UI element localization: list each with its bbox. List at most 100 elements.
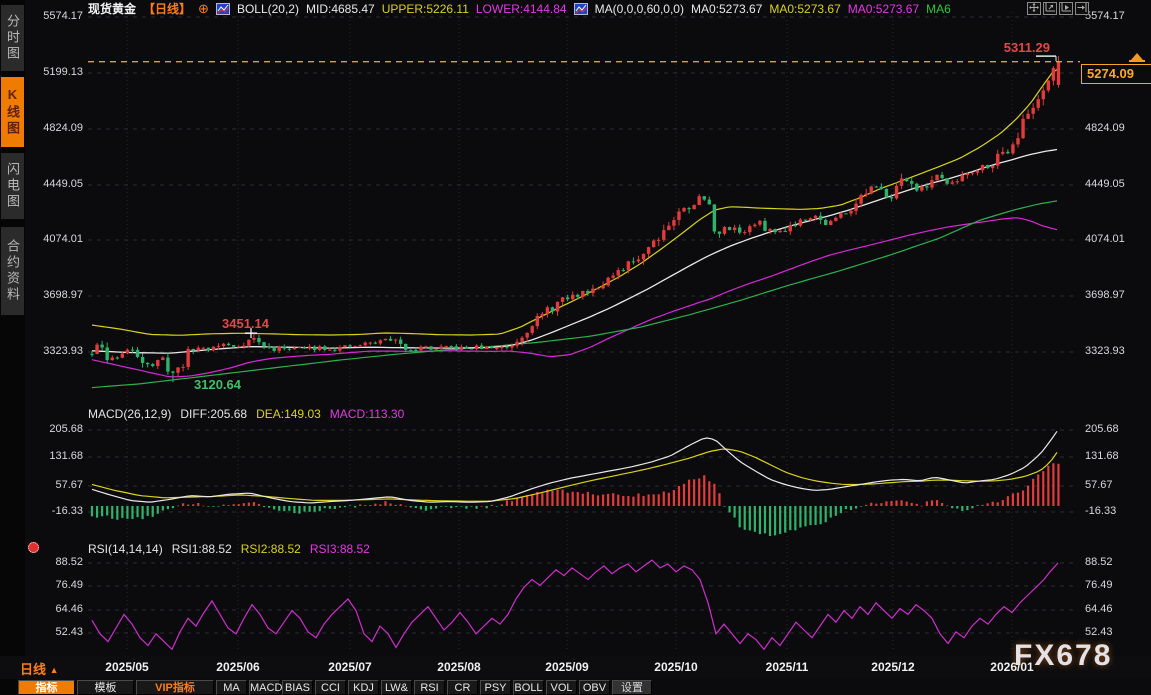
macd-axis-tick-label: 131.68: [20, 450, 83, 462]
price-axis-tick-label: 5574.17: [1085, 10, 1147, 22]
toolbar-button-KDJ[interactable]: KDJ: [348, 680, 379, 695]
sidebar-item-3[interactable]: 闪电图: [1, 153, 24, 219]
toolbar-button-模板[interactable]: 模板: [77, 680, 134, 695]
toolbar-button-设置[interactable]: 设置: [612, 680, 652, 695]
rsi2-value: RSI2:88.52: [241, 542, 301, 556]
macd-axis-tick-label: 57.67: [20, 479, 83, 491]
macd-panel-header: MACD(26,12,9) DIFF:205.68 DEA:149.03 MAC…: [88, 407, 404, 421]
swing-high-label: 3451.14: [222, 316, 269, 331]
indicator-header: 现货黄金 【日线】 ⊕ BOLL(20,2) MID:4685.47 UPPER…: [88, 1, 951, 16]
ma0-yellow-value: MA0:5273.67: [769, 2, 840, 16]
month-label: 2025/06: [206, 660, 270, 674]
period-selector[interactable]: 日线 ▲: [20, 659, 59, 678]
scale-right-button[interactable]: [1059, 2, 1073, 15]
rsi-title: RSI(14,14,14): [88, 542, 163, 556]
add-indicator-icon[interactable]: ⊕: [198, 4, 209, 14]
macd-axis-tick-label: 57.67: [1085, 479, 1147, 491]
boll-label: BOLL(20,2): [237, 2, 299, 16]
macd-axis-tick-label: -16.33: [1085, 505, 1147, 517]
month-label: 2025/12: [861, 660, 925, 674]
rsi-axis-tick-label: 88.52: [20, 556, 83, 568]
symbol-name: 现货黄金: [88, 0, 136, 17]
price-axis-tick-label: 4824.09: [20, 122, 83, 134]
step-forward-button[interactable]: [1075, 2, 1089, 15]
price-axis-tick-label: 4449.05: [20, 178, 83, 190]
price-up-arrow-icon: [1131, 53, 1143, 60]
price-axis-tick-label: 5199.13: [20, 66, 83, 78]
rsi-axis-tick-label: 52.43: [1085, 626, 1147, 638]
macd-value: MACD:113.30: [330, 407, 404, 421]
sidebar-item-2[interactable]: K线图: [1, 77, 24, 147]
toolbar-button-PSY[interactable]: PSY: [480, 680, 511, 695]
price-axis-tick-label: 4074.01: [1085, 233, 1147, 245]
month-label: 2025/10: [644, 660, 708, 674]
macd-dea-value: DEA:149.03: [256, 407, 321, 421]
pan-tool-button[interactable]: [1027, 2, 1041, 15]
macd-axis-tick-label: 131.68: [1085, 450, 1147, 462]
sidebar-item-1[interactable]: 分时图: [1, 5, 24, 71]
price-axis-tick-label: 3323.93: [1085, 345, 1147, 357]
ma6-label: MA6: [926, 2, 951, 16]
price-axis-tick-label: 5574.17: [20, 10, 83, 22]
toolbar-button-VOL[interactable]: VOL: [546, 680, 577, 695]
x-axis-strip: 日线 ▲ 2025/05 2025/06 2025/07 2025/08 2025/09…: [0, 656, 1151, 679]
toolbar-button-BIAS[interactable]: BIAS: [282, 680, 313, 695]
month-label: 2025/07: [318, 660, 382, 674]
price-axis-tick-label: 3698.97: [20, 289, 83, 301]
toolbar-button-指标[interactable]: 指标: [18, 680, 75, 695]
ma-chart-icon[interactable]: [574, 3, 588, 15]
step-forward-icon: [1076, 0, 1088, 18]
toolbar-button-MACD[interactable]: MACD: [249, 680, 280, 695]
ma0-white-value: MA0:5273.67: [691, 2, 762, 16]
boll-lower-value: LOWER:4144.84: [476, 2, 567, 16]
chart-canvas[interactable]: [0, 0, 1151, 660]
price-high-label: 5311.29: [982, 40, 1050, 55]
month-label: 2025/08: [427, 660, 491, 674]
rsi-axis-tick-label: 64.46: [1085, 603, 1147, 615]
rsi-axis-tick-label: 88.52: [1085, 556, 1147, 568]
macd-axis-tick-label: 205.68: [20, 423, 83, 435]
rsi1-value: RSI1:88.52: [172, 542, 232, 556]
toolbar-button-OBV[interactable]: OBV: [579, 680, 610, 695]
rsi-panel-header: RSI(14,14,14) RSI1:88.52 RSI2:88.52 RSI3…: [88, 542, 370, 556]
toolbar-button-VIP指标[interactable]: VIP指标: [136, 680, 214, 695]
panel-resize-handle[interactable]: [28, 542, 39, 553]
swing-low-label: 3120.64: [194, 377, 241, 392]
macd-diff-value: DIFF:205.68: [180, 407, 247, 421]
toolbar-button-RSI[interactable]: RSI: [414, 680, 445, 695]
rsi-axis-tick-label: 64.46: [20, 603, 83, 615]
rsi-axis-tick-label: 76.49: [20, 579, 83, 591]
rsi-axis-tick-label: 76.49: [1085, 579, 1147, 591]
left-sidebar: 分时图 K线图闪电图合约资料: [0, 0, 25, 695]
sidebar-item-4[interactable]: 合约资料: [1, 227, 24, 315]
pan-tool-icon: [1028, 0, 1040, 18]
last-price-tag: 5274.09: [1081, 64, 1151, 84]
ma0-magenta-value: MA0:5273.67: [848, 2, 919, 16]
scale-right-icon: [1060, 0, 1072, 18]
toolbar-button-BOLL[interactable]: BOLL: [513, 680, 544, 695]
chart-tool-buttons: [1027, 2, 1089, 15]
macd-axis-tick-label: -16.33: [20, 505, 83, 517]
scale-left-button[interactable]: [1043, 2, 1057, 15]
toolbar-button-CR[interactable]: CR: [447, 680, 478, 695]
boll-upper-value: UPPER:5226.11: [382, 2, 469, 16]
toolbar-button-LW&[interactable]: LW&: [381, 680, 412, 695]
price-axis-tick-label: 4449.05: [1085, 178, 1147, 190]
period-tag: 【日线】: [143, 0, 191, 17]
rsi3-value: RSI3:88.52: [310, 542, 370, 556]
trading-terminal: 分时图 K线图闪电图合约资料 现货黄金 【日线】 ⊕ BOLL(20,2) MID…: [0, 0, 1151, 695]
ma-label: MA(0,0,0,60,0,0): [595, 2, 684, 16]
rsi-axis-tick-label: 52.43: [20, 626, 83, 638]
triangle-up-icon: ▲: [50, 665, 59, 675]
brand-watermark: FX678: [1014, 639, 1112, 673]
toolbar-button-CCI[interactable]: CCI: [315, 680, 346, 695]
scale-left-icon: [1044, 0, 1056, 18]
macd-title: MACD(26,12,9): [88, 407, 171, 421]
month-label: 2025/05: [95, 660, 159, 674]
boll-mid-value: MID:4685.47: [306, 2, 375, 16]
boll-chart-icon[interactable]: [216, 3, 230, 15]
month-label: 2025/09: [535, 660, 599, 674]
month-label: 2025/11: [755, 660, 819, 674]
price-axis-tick-label: 3698.97: [1085, 289, 1147, 301]
toolbar-button-MA[interactable]: MA: [216, 680, 247, 695]
